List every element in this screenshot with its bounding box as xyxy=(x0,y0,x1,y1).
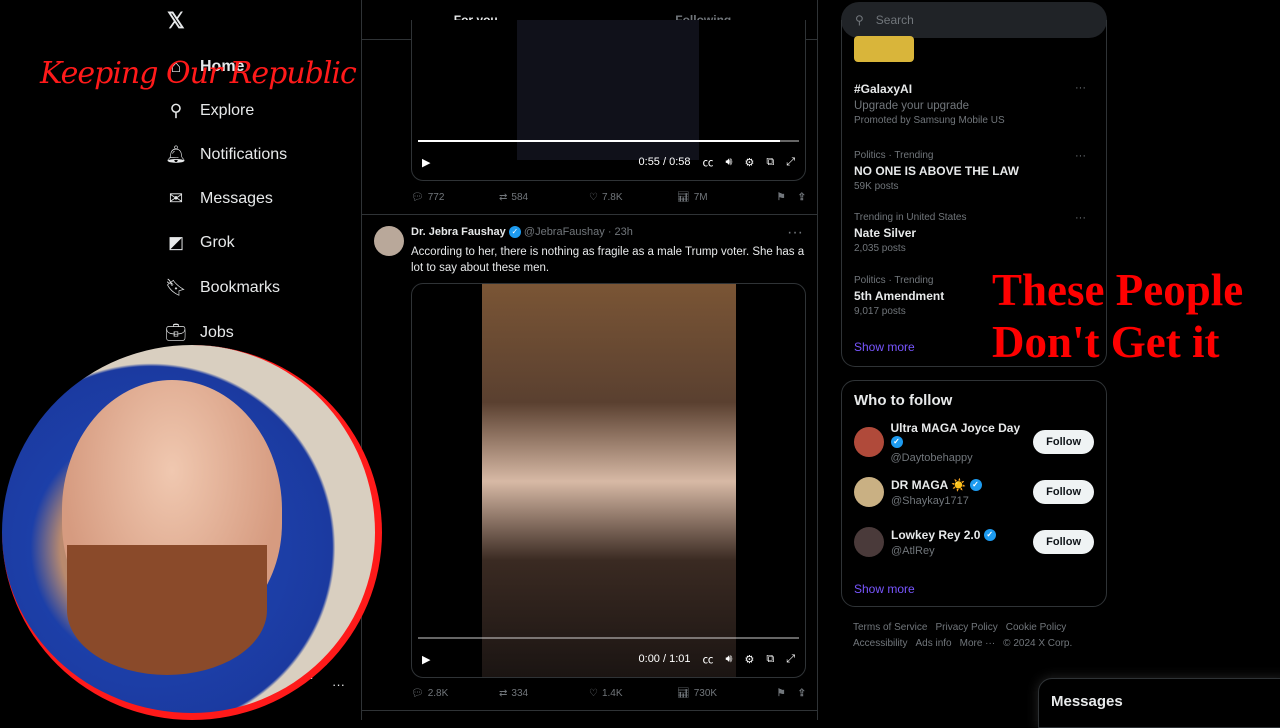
x-logo[interactable]: 𝕏 xyxy=(167,8,185,34)
volume-icon[interactable]: 🔊︎ xyxy=(726,156,733,169)
verified-icon: ✓ xyxy=(983,529,996,542)
footer-link[interactable]: Accessibility xyxy=(853,638,907,649)
footer-link[interactable]: Ads info xyxy=(915,638,951,649)
fullscreen-icon[interactable]: ⤢ xyxy=(786,653,795,666)
author-handle[interactable]: @JebraFaushay · 23h xyxy=(524,226,633,238)
follow-button[interactable]: Follow xyxy=(1033,530,1094,554)
repost-button[interactable]: ⇄ 584 xyxy=(499,192,589,203)
post-text: According to her, there is nothing as fr… xyxy=(411,246,805,274)
nav-grok[interactable]: ◩ Grok xyxy=(166,233,235,253)
promoted-trend[interactable]: #GalaxyAI Upgrade your upgrade Promoted by… xyxy=(854,82,1094,126)
author-name[interactable]: Dr. Jebra Faushay xyxy=(411,226,506,238)
pip-icon[interactable]: ⧉ xyxy=(766,653,774,666)
copyright: © 2024 X Corp. xyxy=(1003,638,1073,649)
captions-icon[interactable]: ㏄ xyxy=(703,154,714,170)
feed: For you Following ▶0:55 / 0:58㏄🔊︎⚙⧉⤢ 💬︎7… xyxy=(361,0,818,720)
volume-icon[interactable]: 🔊︎ xyxy=(726,653,733,666)
more-icon[interactable]: ··· xyxy=(1075,150,1086,162)
video-progress-1[interactable] xyxy=(418,140,780,142)
messages-drawer[interactable]: Messages xyxy=(1038,678,1280,728)
promo-image xyxy=(854,36,914,62)
follow-suggestion: Lowkey Rey 2.0 ✓ @AtlRey Follow xyxy=(854,524,1094,560)
show-more-trends[interactable]: Show more xyxy=(854,340,915,354)
avatar[interactable] xyxy=(854,427,884,457)
avatar[interactable] xyxy=(854,527,884,557)
settings-icon[interactable]: ⚙ xyxy=(744,156,754,169)
nav-explore[interactable]: ⚲ Explore xyxy=(166,101,254,121)
show-more-follow[interactable]: Show more xyxy=(854,582,915,596)
reply-button[interactable]: 💬︎ 772 xyxy=(411,192,499,203)
headline-overlay: These People Don't Get it xyxy=(992,265,1244,367)
footer-links: Terms of Service Privacy Policy Cookie Pol… xyxy=(853,620,1113,652)
like-button[interactable]: ♡ 1.4K xyxy=(589,688,677,699)
verified-icon: ✓ xyxy=(969,479,982,492)
bookmark-icon[interactable]: ⚑ xyxy=(777,688,786,699)
profile-more-icon[interactable]: ··· xyxy=(332,677,345,692)
briefcase-icon: 💼︎ xyxy=(165,323,187,342)
share-icon[interactable]: ⇪ xyxy=(798,192,806,203)
footer-link[interactable]: Cookie Policy xyxy=(1006,622,1067,633)
views-button[interactable]: 📊︎ 7M xyxy=(677,192,767,203)
trend-item[interactable]: Trending in United States Nate Silver 2,03… xyxy=(854,212,1094,254)
bell-icon: 🔔︎ xyxy=(165,145,187,164)
nav-jobs[interactable]: 💼︎ Jobs xyxy=(165,323,234,343)
more-icon[interactable]: ··· xyxy=(1075,212,1086,224)
nav-messages[interactable]: ✉ Messages xyxy=(166,189,273,209)
bookmark-icon: 🔖︎ xyxy=(165,278,187,297)
webcam-overlay xyxy=(2,345,382,720)
footer-link[interactable]: Privacy Policy xyxy=(935,622,997,633)
like-button[interactable]: ♡ 7.8K xyxy=(589,192,677,203)
captions-icon[interactable]: ㏄ xyxy=(703,651,714,667)
play-icon[interactable]: ▶ xyxy=(422,156,430,169)
more-icon[interactable]: ··· xyxy=(1075,82,1086,94)
footer-link[interactable]: More ··· xyxy=(960,638,996,649)
follow-button[interactable]: Follow xyxy=(1033,430,1094,454)
video-time: 0:55 / 0:58 xyxy=(638,156,691,168)
follow-button[interactable]: Follow xyxy=(1033,480,1094,504)
settings-icon[interactable]: ⚙ xyxy=(744,653,754,666)
follow-suggestion: DR MAGA ☀️ ✓ @Shaykay1717 Follow xyxy=(854,474,1094,510)
who-to-follow-title: Who to follow xyxy=(854,392,953,409)
video-player-2[interactable]: ▶ 0:00 / 1:01 ㏄ 🔊︎ ⚙ ⧉ ⤢ xyxy=(411,283,806,678)
search-icon: ⚲ xyxy=(169,101,183,120)
post-header: Dr. Jebra Faushay ✓ @JebraFaushay · 23h xyxy=(411,226,633,239)
reply-button[interactable]: 💬︎ 2.8K xyxy=(411,688,499,699)
more-icon[interactable]: ··· xyxy=(787,224,803,242)
verified-icon: ✓ xyxy=(508,226,521,239)
footer-link[interactable]: Terms of Service xyxy=(853,622,927,633)
video-player-1[interactable]: ▶ 0:55 / 0:58 ㏄ 🔊︎ ⚙ ⧉ ⤢ xyxy=(411,20,806,181)
trend-item[interactable]: Politics · Trending NO ONE IS ABOVE THE L… xyxy=(854,150,1094,192)
repost-button[interactable]: ⇄ 334 xyxy=(499,688,589,699)
nav-bookmarks[interactable]: 🔖︎ Bookmarks xyxy=(165,278,280,298)
share-icon[interactable]: ⇪ xyxy=(798,688,806,699)
bookmark-icon[interactable]: ⚑ xyxy=(777,192,786,203)
mail-icon: ✉ xyxy=(168,189,184,208)
grok-icon: ◩ xyxy=(167,233,185,252)
play-icon[interactable]: ▶ xyxy=(422,653,430,666)
views-button[interactable]: 📊︎ 730K xyxy=(677,688,767,699)
pip-icon[interactable]: ⧉ xyxy=(766,156,774,169)
avatar[interactable] xyxy=(374,226,404,256)
who-to-follow-panel: Who to follow Ultra MAGA Joyce Day ✓ @Day… xyxy=(841,380,1107,607)
avatar[interactable] xyxy=(854,477,884,507)
nav-notifications[interactable]: 🔔︎ Notifications xyxy=(165,145,287,165)
follow-suggestion: Ultra MAGA Joyce Day ✓ @Daytobehappy Follo… xyxy=(854,421,1094,464)
channel-title: Keeping Our Republic xyxy=(40,56,357,91)
verified-icon: ✓ xyxy=(890,436,903,449)
fullscreen-icon[interactable]: ⤢ xyxy=(786,156,795,169)
video-time: 0:00 / 1:01 xyxy=(638,653,691,665)
video-frame xyxy=(482,284,736,677)
